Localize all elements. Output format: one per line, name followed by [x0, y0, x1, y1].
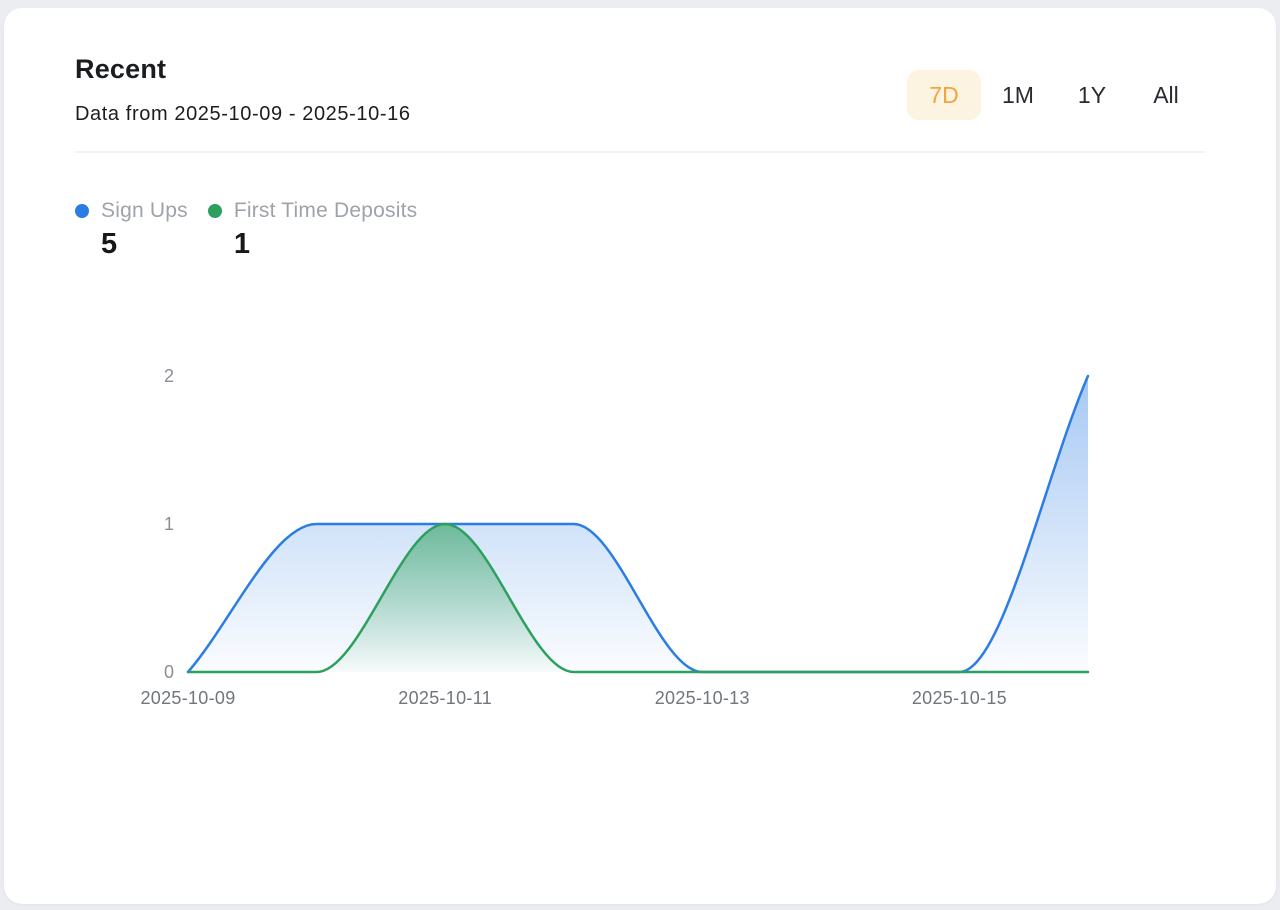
x-axis-tick: 2025-10-13	[632, 686, 772, 710]
chart-legend: Sign Ups 5 First Time Deposits 1	[75, 196, 417, 261]
range-button-1y[interactable]: 1Y	[1055, 70, 1129, 120]
legend-metric[interactable]: Sign Ups 5	[75, 196, 188, 261]
legend-value: 1	[234, 228, 418, 261]
range-button-7d[interactable]: 7D	[907, 70, 981, 120]
x-axis-tick: 2025-10-11	[375, 686, 515, 710]
legend-metric[interactable]: First Time Deposits 1	[208, 196, 418, 261]
x-axis-tick: 2025-10-09	[118, 686, 258, 710]
time-range-selector: 7D1M1YAll	[907, 70, 1203, 120]
header-divider	[75, 151, 1205, 153]
y-axis-tick: 1	[124, 512, 174, 536]
y-axis-tick: 2	[124, 364, 174, 388]
legend-dot-icon	[75, 204, 89, 218]
date-range-subtitle: Data from 2025-10-09 - 2025-10-16	[75, 103, 411, 126]
y-axis-tick: 0	[124, 660, 174, 684]
x-axis-tick: 2025-10-15	[889, 686, 1029, 710]
page-title: Recent	[75, 54, 166, 85]
range-button-all[interactable]: All	[1129, 70, 1203, 120]
legend-label: First Time Deposits	[234, 199, 418, 223]
legend-value: 5	[101, 228, 188, 261]
recent-card	[4, 8, 1276, 904]
range-button-1m[interactable]: 1M	[981, 70, 1055, 120]
legend-dot-icon	[208, 204, 222, 218]
legend-label: Sign Ups	[101, 199, 188, 223]
